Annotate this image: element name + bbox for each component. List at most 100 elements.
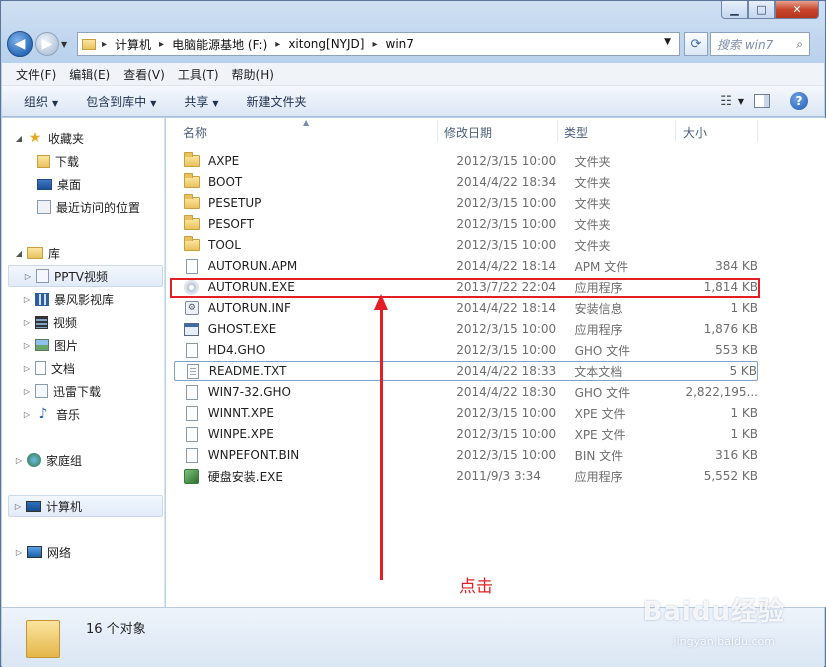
- breadcrumb-separator[interactable]: ▸: [102, 39, 107, 50]
- file-row[interactable]: PESOFT 2012/3/15 10:00 文件夹: [174, 214, 758, 234]
- annotation-arrow: [380, 304, 383, 580]
- search-icon[interactable]: ⌕: [796, 37, 803, 52]
- nav-libraries[interactable]: ◢ 库: [14, 242, 60, 264]
- search-input[interactable]: 搜索 win7: [717, 36, 773, 53]
- address-dropdown-icon[interactable]: ▼: [664, 37, 671, 47]
- breadcrumb-separator[interactable]: ▸: [159, 39, 164, 50]
- share-button[interactable]: 共享 ▼: [184, 93, 218, 110]
- file-size: 2,822,195...: [685, 385, 758, 399]
- column-divider[interactable]: [757, 120, 758, 142]
- text-file-icon: [186, 363, 199, 379]
- expand-icon[interactable]: ▷: [22, 341, 32, 350]
- column-header-name[interactable]: 名称: [183, 124, 207, 141]
- nav-music[interactable]: ▷ ♪ 音乐: [22, 403, 80, 425]
- organize-button[interactable]: 组织 ▼: [24, 93, 58, 110]
- collapse-icon[interactable]: ◢: [14, 134, 24, 143]
- nav-homegroup[interactable]: ▷ 家庭组: [14, 449, 82, 471]
- menu-tools[interactable]: 工具(T): [178, 66, 219, 83]
- address-bar[interactable]: ▸ 计算机 ▸ 电脑能源基地 (F:) ▸ xitong[NYJD] ▸ win…: [77, 32, 680, 56]
- folder-icon: [184, 152, 200, 167]
- breadcrumb-drive[interactable]: 电脑能源基地 (F:): [172, 36, 267, 53]
- column-header-type[interactable]: 类型: [564, 124, 588, 141]
- file-name: WINPE.XPE: [207, 427, 274, 441]
- file-type: 安装信息: [574, 301, 623, 316]
- file-icon: [185, 447, 198, 463]
- picture-icon: [35, 339, 49, 351]
- include-in-library-button[interactable]: 包含到库中 ▼: [86, 93, 156, 110]
- file-type: 文件夹: [574, 175, 611, 190]
- new-folder-button[interactable]: 新建文件夹: [247, 93, 307, 110]
- nav-recent-places[interactable]: 最近访问的位置: [34, 196, 140, 218]
- expand-icon[interactable]: ▷: [14, 456, 24, 465]
- nav-videos[interactable]: ▷ 视频: [22, 311, 77, 333]
- nav-storm[interactable]: ▷ 暴风影视库: [22, 288, 114, 310]
- command-bar: 组织 ▼ 包含到库中 ▼ 共享 ▼ 新建文件夹 ☷ ▼ ?: [2, 86, 824, 117]
- column-divider[interactable]: [437, 120, 438, 142]
- column-divider[interactable]: [557, 120, 558, 142]
- expand-icon[interactable]: ▷: [14, 548, 24, 557]
- search-box[interactable]: 搜索 win7 ⌕: [710, 32, 810, 56]
- expand-icon[interactable]: ▷: [22, 410, 32, 419]
- column-divider[interactable]: [675, 120, 676, 142]
- menu-view[interactable]: 查看(V): [123, 66, 165, 83]
- file-row[interactable]: TOOL 2012/3/15 10:00 文件夹: [174, 235, 758, 255]
- menu-help[interactable]: 帮助(H): [232, 66, 274, 83]
- file-date: 2012/3/15 10:00: [456, 343, 557, 357]
- file-row[interactable]: WINPE.XPE 2012/3/15 10:00 XPE 文件 1 KB: [174, 424, 758, 444]
- breadcrumb-xitong[interactable]: xitong[NYJD]: [288, 37, 364, 51]
- breadcrumb-separator[interactable]: ▸: [275, 39, 280, 50]
- collapse-icon[interactable]: ◢: [14, 249, 24, 258]
- nav-pptv[interactable]: ▷ PPTV视频: [8, 265, 163, 287]
- minimize-button[interactable]: ▁: [721, 1, 748, 19]
- breadcrumb-win7[interactable]: win7: [386, 37, 414, 51]
- nav-desktop[interactable]: 桌面: [34, 173, 81, 195]
- file-row[interactable]: WIN7-32.GHO 2014/4/22 18:30 GHO 文件 2,822,19…: [174, 382, 758, 402]
- breadcrumb-separator[interactable]: ▸: [372, 39, 377, 50]
- nav-favorites[interactable]: ◢ ★ 收藏夹: [14, 127, 84, 149]
- file-name: README.TXT: [208, 364, 287, 378]
- column-header-size[interactable]: 大小: [683, 124, 707, 141]
- sort-ascending-icon: ▲: [303, 118, 310, 127]
- folder-icon: [184, 173, 200, 189]
- view-options-icon[interactable]: ☷: [720, 94, 732, 109]
- include-library-label: 包含到库中: [86, 94, 147, 109]
- file-row[interactable]: HD4.GHO 2012/3/15 10:00 GHO 文件 553 KB: [174, 340, 758, 360]
- preview-pane-icon[interactable]: [754, 94, 770, 108]
- file-row[interactable]: BOOT 2014/4/22 18:34 文件夹: [174, 172, 758, 192]
- breadcrumb-computer[interactable]: 计算机: [115, 36, 151, 53]
- file-row[interactable]: WNPEFONT.BIN 2012/3/15 10:00 BIN 文件 316 KB: [174, 445, 758, 465]
- back-button[interactable]: ◀: [7, 31, 33, 57]
- nav-computer[interactable]: ▷ 计算机: [8, 495, 163, 517]
- chevron-down-icon[interactable]: ▼: [738, 97, 744, 106]
- expand-icon[interactable]: ▷: [22, 318, 32, 327]
- file-row[interactable]: WINNT.XPE 2012/3/15 10:00 XPE 文件 1 KB: [174, 403, 758, 423]
- nav-network[interactable]: ▷ 网络: [14, 541, 71, 563]
- expand-icon[interactable]: ▷: [22, 387, 32, 396]
- file-row[interactable]: 硬盘安装.EXE 2011/9/3 3:34 应用程序 5,552 KB: [174, 466, 758, 486]
- recent-pages-dropdown[interactable]: ▼: [61, 40, 73, 49]
- close-button[interactable]: ✕: [775, 1, 819, 19]
- help-icon[interactable]: ?: [790, 92, 808, 110]
- column-header-date[interactable]: 修改日期: [444, 124, 492, 141]
- refresh-button[interactable]: ⟳: [684, 32, 708, 56]
- maximize-button[interactable]: □: [748, 1, 775, 19]
- nav-xunlei[interactable]: ▷ 迅雷下载: [22, 380, 101, 402]
- nav-pictures[interactable]: ▷ 图片: [22, 334, 78, 356]
- file-icon: [185, 384, 198, 400]
- file-row[interactable]: ⚙ AUTORUN.INF 2014/4/22 18:14 安装信息 1 KB: [174, 298, 758, 318]
- homegroup-icon: [27, 453, 41, 467]
- file-row[interactable]: GHOST.EXE 2012/3/15 10:00 应用程序 1,876 KB: [174, 319, 758, 339]
- expand-icon[interactable]: ▷: [22, 364, 32, 373]
- menu-file[interactable]: 文件(F): [16, 66, 56, 83]
- expand-icon[interactable]: ▷: [22, 295, 32, 304]
- file-row[interactable]: PESETUP 2012/3/15 10:00 文件夹: [174, 193, 758, 213]
- file-row[interactable]: README.TXT 2014/4/22 18:33 文本文档 5 KB: [174, 361, 758, 381]
- nav-documents[interactable]: ▷ 文档: [22, 357, 75, 379]
- forward-button[interactable]: ▶: [35, 32, 59, 56]
- file-row[interactable]: AXPE 2012/3/15 10:00 文件夹: [174, 151, 758, 171]
- expand-icon[interactable]: ▷: [23, 272, 33, 281]
- expand-icon[interactable]: ▷: [13, 502, 23, 511]
- menu-edit[interactable]: 编辑(E): [69, 66, 110, 83]
- nav-downloads[interactable]: 下载: [34, 150, 79, 172]
- file-row[interactable]: AUTORUN.APM 2014/4/22 18:14 APM 文件 384 KB: [174, 256, 758, 276]
